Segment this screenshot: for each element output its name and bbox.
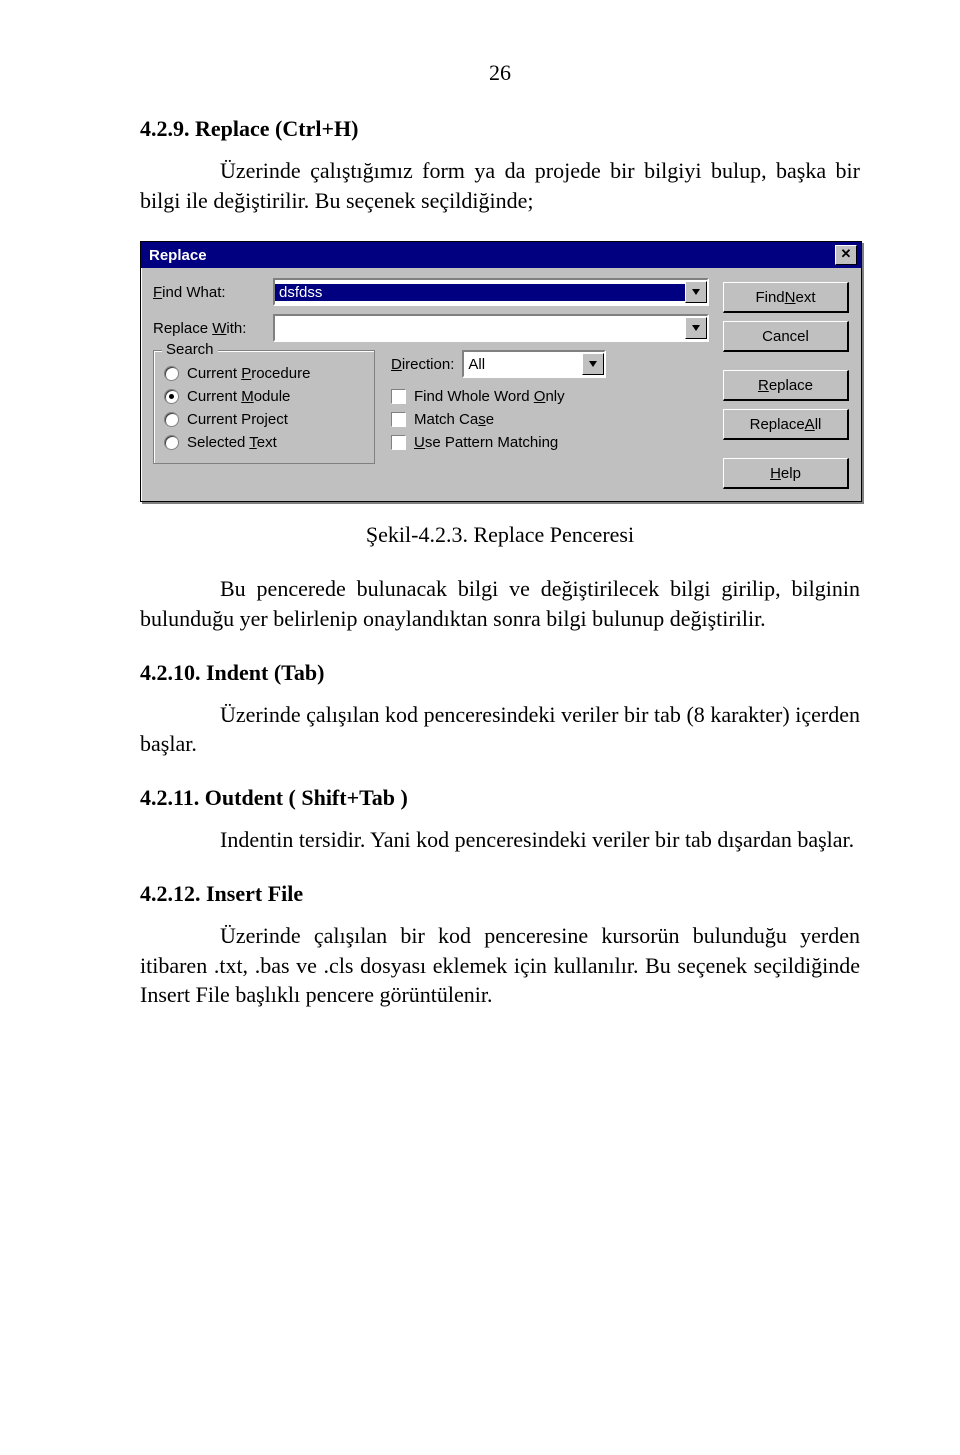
replace-with-label: Replace With:	[153, 320, 273, 337]
search-group-legend: Search	[162, 341, 218, 358]
paragraph-replace-desc: Bu pencerede bulunacak bilgi ve değiştir…	[140, 574, 860, 633]
radio-label: Current Project	[187, 411, 288, 428]
heading-insert-file: 4.2.12. Insert File	[140, 881, 860, 907]
replace-dialog-figure: Replace ✕ Find What: dsfdss	[140, 241, 860, 502]
direction-value: All	[464, 356, 582, 373]
options-column: Direction: All Find Whole	[375, 350, 709, 464]
dialog-left-column: Find What: dsfdss Replace With:	[153, 278, 709, 489]
radio-icon	[164, 389, 179, 404]
checkbox-icon	[391, 435, 406, 450]
checkbox-icon	[391, 389, 406, 404]
radio-label: Current Procedure	[187, 365, 310, 382]
replace-with-row: Replace With:	[153, 314, 709, 342]
paragraph-replace-intro: Üzerinde çalıştığımız form ya da projede…	[140, 156, 860, 215]
find-next-button[interactable]: Find Next	[723, 282, 849, 313]
radio-current-project[interactable]: Current Project	[164, 411, 364, 428]
radio-current-module[interactable]: Current Module	[164, 388, 364, 405]
page: 26 4.2.9. Replace (Ctrl+H) Üzerinde çalı…	[0, 0, 960, 1116]
check-pattern-matching[interactable]: Use Pattern Matching	[391, 434, 709, 451]
find-what-value: dsfdss	[275, 284, 685, 301]
direction-label: Direction:	[391, 356, 454, 373]
heading-indent: 4.2.10. Indent (Tab)	[140, 660, 860, 686]
chevron-down-icon	[692, 289, 700, 295]
radio-icon	[164, 435, 179, 450]
dialog-titlebar: Replace ✕	[141, 242, 861, 268]
check-whole-word[interactable]: Find Whole Word Only	[391, 388, 709, 405]
help-button[interactable]: Help	[723, 458, 849, 489]
heading-outdent: 4.2.11. Outdent ( Shift+Tab )	[140, 785, 860, 811]
chevron-down-icon	[692, 325, 700, 331]
replace-dialog: Replace ✕ Find What: dsfdss	[140, 241, 862, 502]
dialog-button-column: Find Next Cancel Replace Replace All Hel…	[723, 278, 849, 489]
find-what-label: Find What:	[153, 284, 273, 301]
page-number: 26	[140, 60, 860, 86]
direction-combo[interactable]: All	[462, 350, 606, 378]
radio-label: Current Module	[187, 388, 290, 405]
close-button[interactable]: ✕	[835, 245, 857, 265]
cancel-button[interactable]: Cancel	[723, 321, 849, 352]
search-groupbox: Search Current Procedure Current Module	[153, 350, 375, 464]
paragraph-insert-file: Üzerinde çalışılan bir kod penceresine k…	[140, 921, 860, 1010]
dialog-title: Replace	[145, 247, 835, 264]
checkbox-icon	[391, 412, 406, 427]
close-icon: ✕	[841, 246, 852, 261]
radio-selected-text[interactable]: Selected Text	[164, 434, 364, 451]
replace-with-dropdown-button[interactable]	[685, 317, 707, 339]
chevron-down-icon	[589, 361, 597, 367]
check-label: Find Whole Word Only	[414, 388, 565, 405]
replace-button[interactable]: Replace	[723, 370, 849, 401]
check-label: Match Case	[414, 411, 494, 428]
radio-label: Selected Text	[187, 434, 277, 451]
find-what-dropdown-button[interactable]	[685, 281, 707, 303]
replace-with-combo[interactable]	[273, 314, 709, 342]
radio-current-procedure[interactable]: Current Procedure	[164, 365, 364, 382]
figure-caption: Şekil-4.2.3. Replace Penceresi	[140, 522, 860, 548]
replace-all-button[interactable]: Replace All	[723, 409, 849, 440]
direction-row: Direction: All	[391, 350, 709, 378]
dialog-lower-area: Search Current Procedure Current Module	[153, 350, 709, 464]
check-label: Use Pattern Matching	[414, 434, 558, 451]
find-what-combo[interactable]: dsfdss	[273, 278, 709, 306]
radio-icon	[164, 412, 179, 427]
direction-dropdown-button[interactable]	[582, 353, 604, 375]
check-match-case[interactable]: Match Case	[391, 411, 709, 428]
find-what-row: Find What: dsfdss	[153, 278, 709, 306]
paragraph-indent: Üzerinde çalışılan kod penceresindeki ve…	[140, 700, 860, 759]
dialog-body: Find What: dsfdss Replace With:	[141, 268, 861, 501]
radio-icon	[164, 366, 179, 381]
paragraph-outdent: Indentin tersidir. Yani kod penceresinde…	[140, 825, 860, 855]
heading-replace: 4.2.9. Replace (Ctrl+H)	[140, 116, 860, 142]
